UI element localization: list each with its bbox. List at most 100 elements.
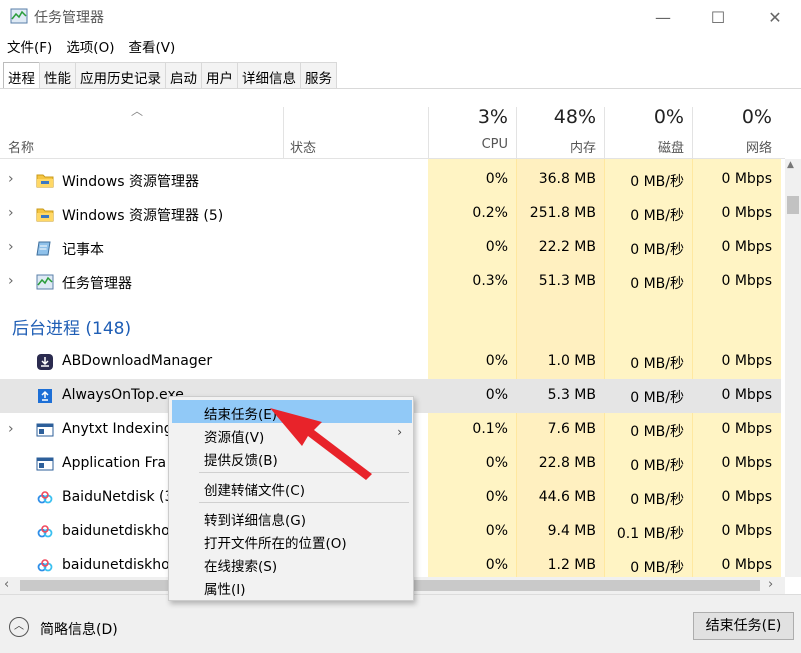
chevron-right-icon[interactable]: › bbox=[8, 205, 14, 221]
scroll-right-icon[interactable]: › bbox=[768, 577, 773, 592]
column-status[interactable]: 状态 bbox=[290, 137, 316, 156]
task-manager-icon bbox=[36, 274, 54, 290]
cpu-value: 0% bbox=[485, 523, 508, 539]
process-name: baidunetdiskho bbox=[62, 523, 170, 539]
cpu-value: 0% bbox=[485, 455, 508, 471]
cpu-value: 0% bbox=[485, 489, 508, 505]
menu-item-open-file-location[interactable]: 打开文件所在的位置(O) bbox=[172, 529, 412, 552]
sort-ascending-icon[interactable]: ︿ bbox=[131, 102, 143, 119]
network-value: 0 Mbps bbox=[721, 387, 772, 403]
scroll-left-icon[interactable]: ‹ bbox=[4, 577, 9, 592]
memory-value: 22.8 MB bbox=[538, 455, 596, 471]
cpu-value: 0% bbox=[485, 353, 508, 369]
menu-item-properties[interactable]: 属性(I) bbox=[172, 575, 412, 598]
tab-app-history[interactable]: 应用历史记录 bbox=[75, 62, 166, 88]
menu-bar: 文件(F) 选项(O) 查看(V) bbox=[0, 34, 182, 58]
chevron-right-icon[interactable]: › bbox=[8, 171, 14, 187]
column-memory[interactable]: 内存 bbox=[506, 137, 596, 156]
memory-value: 22.2 MB bbox=[538, 239, 596, 255]
memory-value: 7.6 MB bbox=[547, 421, 596, 437]
disk-value: 0 MB/秒 bbox=[630, 242, 684, 258]
window-icon bbox=[36, 457, 54, 471]
disk-value: 0.1 MB/秒 bbox=[616, 526, 684, 542]
cpu-value: 0.3% bbox=[472, 273, 508, 289]
tab-performance[interactable]: 性能 bbox=[39, 62, 76, 88]
tab-processes[interactable]: 进程 bbox=[3, 62, 40, 89]
maximize-button[interactable]: ☐ bbox=[695, 0, 741, 34]
disk-value: 0 MB/秒 bbox=[630, 276, 684, 292]
cpu-value: 0.2% bbox=[472, 205, 508, 221]
network-value: 0 Mbps bbox=[721, 273, 772, 289]
process-name: baidunetdiskho bbox=[62, 557, 170, 573]
cpu-value: 0% bbox=[485, 171, 508, 187]
menu-options[interactable]: 选项(O) bbox=[59, 34, 121, 58]
network-value: 0 Mbps bbox=[721, 557, 772, 573]
task-manager-app-icon bbox=[10, 8, 28, 24]
process-name: Application Fra bbox=[62, 455, 167, 471]
menu-item-search-online[interactable]: 在线搜索(S) bbox=[172, 552, 412, 575]
menu-view[interactable]: 查看(V) bbox=[121, 34, 182, 58]
column-divider[interactable] bbox=[283, 107, 284, 159]
network-value: 0 Mbps bbox=[721, 171, 772, 187]
process-name: Windows 资源管理器 bbox=[62, 174, 199, 190]
menu-file[interactable]: 文件(F) bbox=[0, 34, 59, 58]
tab-bar: 进程 性能 应用历史记录 启动 用户 详细信息 服务 bbox=[3, 62, 337, 89]
network-value: 0 Mbps bbox=[721, 421, 772, 437]
memory-total-percent[interactable]: 48% bbox=[506, 106, 596, 128]
disk-value: 0 MB/秒 bbox=[630, 424, 684, 440]
footer-bar bbox=[0, 594, 801, 653]
table-row[interactable]: › 任务管理器 0.3% 51.3 MB 0 MB/秒 0 Mbps bbox=[0, 265, 781, 299]
process-name: Windows 资源管理器 (5) bbox=[62, 208, 224, 224]
memory-value: 5.3 MB bbox=[547, 387, 596, 403]
chevron-right-icon[interactable]: › bbox=[8, 273, 14, 289]
title-bar: 任务管理器 — ☐ ✕ bbox=[0, 0, 801, 34]
cpu-total-percent[interactable]: 3% bbox=[418, 106, 508, 128]
column-cpu[interactable]: CPU bbox=[418, 137, 508, 152]
menu-item-go-to-details[interactable]: 转到详细信息(G) bbox=[172, 506, 412, 529]
vertical-scroll-thumb[interactable] bbox=[787, 196, 799, 214]
table-row[interactable]: ABDownloadManager 0% 1.0 MB 0 MB/秒 0 Mbp… bbox=[0, 345, 781, 379]
tab-users[interactable]: 用户 bbox=[201, 62, 238, 88]
network-value: 0 Mbps bbox=[721, 205, 772, 221]
disk-total-percent[interactable]: 0% bbox=[594, 106, 684, 128]
vertical-scrollbar[interactable] bbox=[785, 159, 801, 577]
cpu-value: 0% bbox=[485, 387, 508, 403]
cloud-icon bbox=[37, 559, 53, 572]
folder-icon bbox=[36, 174, 54, 188]
network-value: 0 Mbps bbox=[721, 239, 772, 255]
process-name: Anytxt Indexing bbox=[62, 421, 173, 437]
disk-value: 0 MB/秒 bbox=[630, 208, 684, 224]
minimize-button[interactable]: — bbox=[640, 0, 686, 34]
table-row[interactable]: › 记事本 0% 22.2 MB 0 MB/秒 0 Mbps bbox=[0, 231, 781, 265]
process-name: 记事本 bbox=[62, 242, 104, 258]
folder-icon bbox=[36, 208, 54, 222]
tab-services[interactable]: 服务 bbox=[300, 62, 337, 88]
table-row[interactable]: › Windows 资源管理器 0% 36.8 MB 0 MB/秒 0 Mbps bbox=[0, 163, 781, 197]
memory-value: 1.2 MB bbox=[547, 557, 596, 573]
chevron-up-icon[interactable]: ︿ bbox=[9, 617, 29, 637]
memory-value: 36.8 MB bbox=[538, 171, 596, 187]
scroll-up-icon[interactable]: ▲ bbox=[787, 160, 794, 170]
end-task-button[interactable]: 结束任务(E) bbox=[693, 612, 794, 640]
disk-value: 0 MB/秒 bbox=[630, 458, 684, 474]
cloud-icon bbox=[37, 525, 53, 538]
fewer-details-link[interactable]: 简略信息(D) bbox=[40, 619, 118, 639]
chevron-right-icon[interactable]: › bbox=[8, 239, 14, 255]
memory-value: 44.6 MB bbox=[538, 489, 596, 505]
process-name: AlwaysOnTop.exe bbox=[62, 387, 184, 403]
close-button[interactable]: ✕ bbox=[752, 0, 798, 34]
network-value: 0 Mbps bbox=[721, 489, 772, 505]
network-total-percent[interactable]: 0% bbox=[682, 106, 772, 128]
column-disk[interactable]: 磁盘 bbox=[594, 137, 684, 156]
tab-startup[interactable]: 启动 bbox=[165, 62, 202, 88]
memory-value: 1.0 MB bbox=[547, 353, 596, 369]
chevron-right-icon[interactable]: › bbox=[8, 421, 14, 437]
notepad-icon bbox=[36, 241, 51, 256]
table-row[interactable]: › Windows 资源管理器 (5) 0.2% 251.8 MB 0 MB/秒… bbox=[0, 197, 781, 231]
tab-details[interactable]: 详细信息 bbox=[237, 62, 301, 88]
red-arrow-annotation bbox=[270, 408, 372, 480]
cpu-value: 0% bbox=[485, 239, 508, 255]
disk-value: 0 MB/秒 bbox=[630, 174, 684, 190]
column-network[interactable]: 网络 bbox=[682, 137, 772, 156]
column-name[interactable]: 名称 bbox=[8, 137, 34, 156]
